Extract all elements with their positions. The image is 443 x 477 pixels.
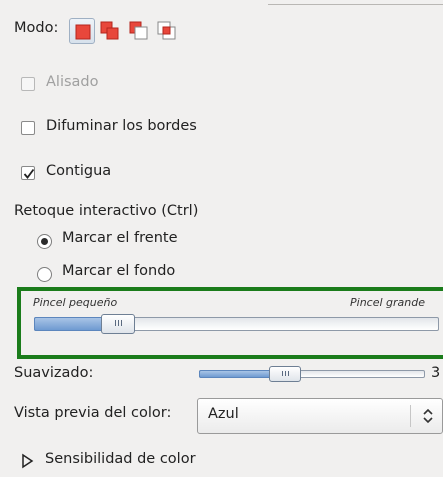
brush-max-label: Pincel grande <box>350 296 425 309</box>
smoothing-value: 3 <box>431 365 441 381</box>
color-preview-label: Vista previa del color: <box>14 405 172 421</box>
antialias-checkbox[interactable] <box>21 77 35 91</box>
smoothing-slider[interactable] <box>199 370 425 378</box>
up-down-arrows-icon <box>423 408 433 424</box>
color-sensitivity-label: Sensibilidad de color <box>45 451 196 467</box>
mode-subtract-icon <box>129 21 148 40</box>
smoothing-slider-handle[interactable] <box>268 366 301 382</box>
interactive-refinement-heading: Retoque interactivo (Ctrl) <box>14 203 199 219</box>
mark-foreground-label: Marcar el frente <box>62 230 178 246</box>
feather-edges-checkbox[interactable] <box>21 121 35 135</box>
mode-intersect-button[interactable] <box>154 18 180 44</box>
mode-add-icon <box>100 21 119 40</box>
brush-size-slider-handle[interactable] <box>100 314 135 334</box>
mode-label: Modo: <box>14 20 59 36</box>
mode-subtract-button[interactable] <box>126 18 152 44</box>
smoothing-label: Suavizado: <box>14 365 94 381</box>
mark-background-radio[interactable] <box>37 267 52 282</box>
contiguous-label: Contigua <box>46 163 112 179</box>
mode-intersect-icon <box>157 21 176 40</box>
mode-add-button[interactable] <box>97 18 123 44</box>
color-preview-select[interactable]: Azul <box>197 398 443 434</box>
combo-separator <box>410 405 411 427</box>
radio-selected-dot <box>41 238 48 245</box>
brush-size-slider[interactable] <box>34 317 439 331</box>
mode-replace-button[interactable] <box>69 18 95 44</box>
mode-replace-icon <box>75 24 91 40</box>
top-divider <box>268 0 443 5</box>
color-preview-value: Azul <box>208 406 239 422</box>
mark-foreground-radio[interactable] <box>37 234 52 249</box>
mark-background-label: Marcar el fondo <box>62 263 176 279</box>
contiguous-checkbox[interactable] <box>21 166 35 180</box>
antialias-label: Alisado <box>46 74 99 90</box>
feather-edges-label: Difuminar los bordes <box>46 118 197 134</box>
brush-min-label: Pincel pequeño <box>33 296 118 309</box>
checkmark-icon <box>23 168 35 179</box>
triangle-right-icon <box>22 453 34 469</box>
